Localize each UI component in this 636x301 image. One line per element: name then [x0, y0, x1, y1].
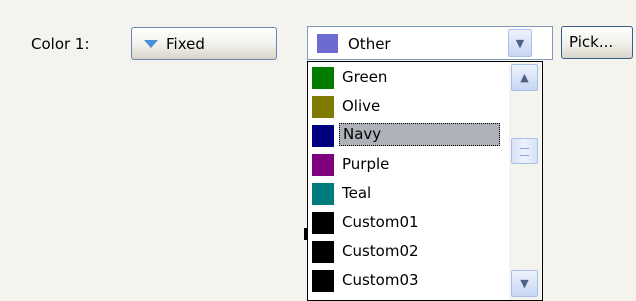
combo-color-swatch	[317, 34, 338, 53]
color-swatch	[312, 212, 334, 234]
scroll-down-button[interactable]: ▼	[511, 270, 538, 297]
color-option-label: Olive	[342, 97, 381, 115]
color-option-custom01[interactable]: Custom01	[310, 209, 506, 235]
fixed-mode-button[interactable]: Fixed	[131, 27, 277, 60]
color-option-navy[interactable]: Navy	[310, 122, 506, 148]
color-option-label: Green	[342, 68, 388, 86]
color-option-label: Navy	[339, 123, 500, 146]
combo-dropdown-button[interactable]: ▼	[508, 29, 532, 57]
color-swatch	[312, 154, 334, 176]
dropdown-scrollbar[interactable]: ▲ ▼	[509, 62, 541, 300]
chevron-down-icon: ▼	[520, 277, 529, 290]
scroll-up-button[interactable]: ▲	[511, 64, 538, 91]
scroll-thumb[interactable]	[511, 138, 538, 164]
color-option-olive[interactable]: Olive	[310, 93, 506, 119]
color-option-label: Custom03	[342, 271, 419, 289]
color-swatch	[312, 183, 334, 205]
color-swatch	[312, 67, 334, 89]
color-swatch	[312, 241, 334, 263]
color-swatch	[312, 270, 334, 292]
color-combo-box[interactable]: Other ▼	[307, 26, 553, 60]
color-swatch	[312, 125, 334, 147]
color-option-purple[interactable]: Purple	[310, 151, 506, 177]
color-option-label: Purple	[342, 155, 390, 173]
color-option-label: Custom01	[342, 213, 419, 231]
color-swatch	[312, 96, 334, 118]
color-option-label: Teal	[342, 184, 372, 202]
color-option-label: Custom02	[342, 242, 419, 260]
color-dropdown-list[interactable]: Green Olive Navy Purple Teal Custom01 Custom02…	[307, 61, 543, 301]
triangle-down-icon	[144, 39, 158, 48]
pick-color-button[interactable]: Pick...	[561, 26, 633, 59]
stray-mark	[304, 228, 307, 240]
color-option-custom02[interactable]: Custom02	[310, 238, 506, 264]
chevron-up-icon: ▲	[520, 71, 529, 84]
chevron-down-icon: ▼	[515, 36, 525, 50]
color-option-green[interactable]: Green	[310, 64, 506, 90]
combo-value: Other	[348, 35, 391, 53]
fixed-mode-label: Fixed	[166, 34, 205, 53]
color-option-custom03[interactable]: Custom03	[310, 267, 506, 293]
color-1-label: Color 1:	[31, 35, 90, 53]
color-option-teal[interactable]: Teal	[310, 180, 506, 206]
